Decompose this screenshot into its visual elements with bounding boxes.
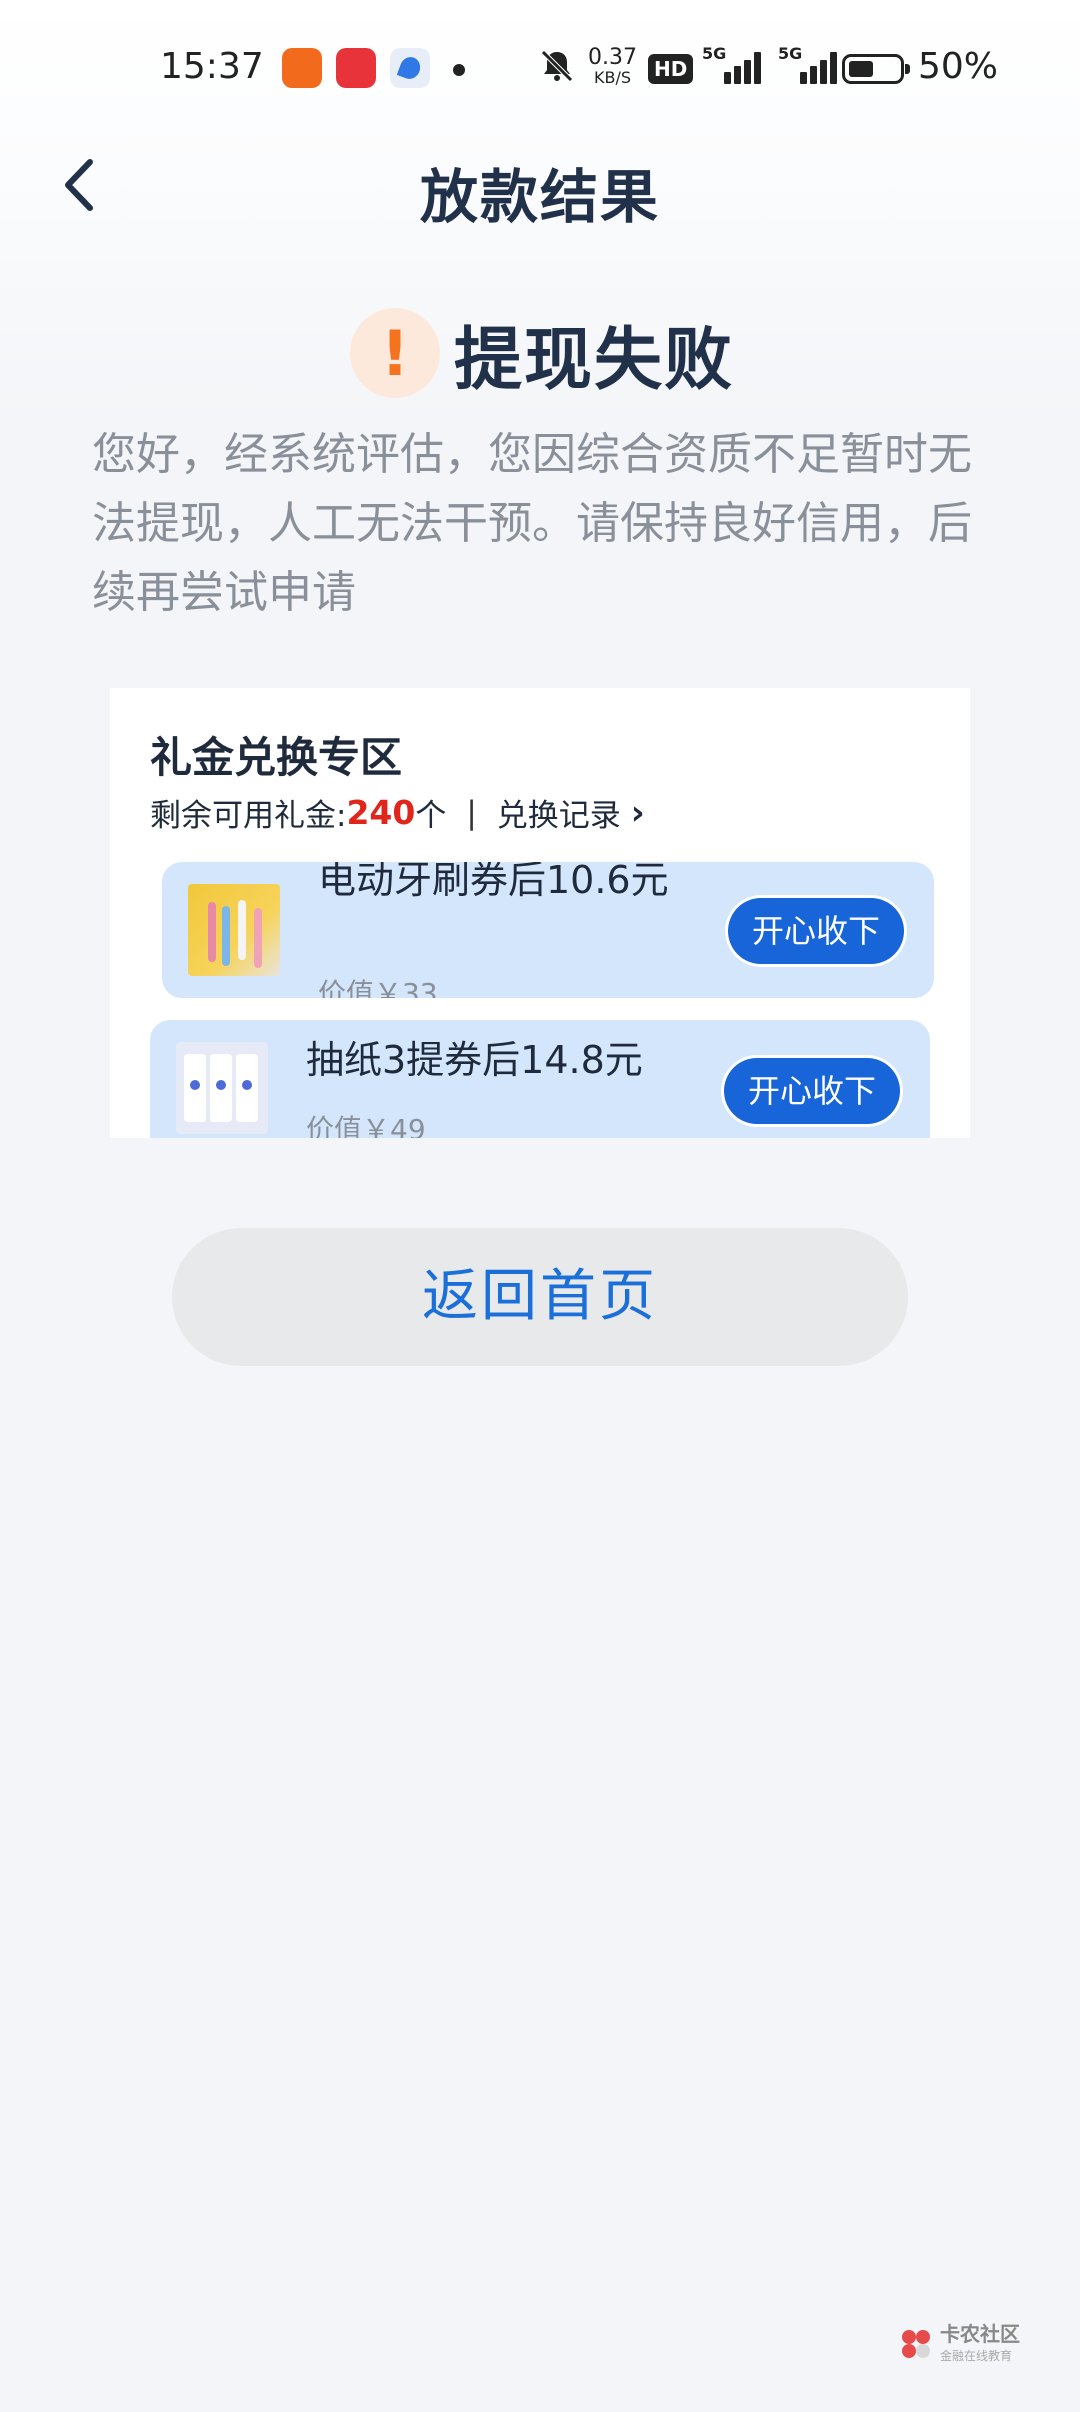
hd-voice-icon: HD <box>648 54 694 84</box>
network-speed: 0.37 KB/S <box>588 45 637 88</box>
gift-item-name: 电动牙刷券后10.6元 <box>318 862 669 902</box>
watermark-name: 卡农社区 <box>940 2322 1020 2346</box>
result-status: ! 提现失败 <box>350 306 734 400</box>
divider: | <box>466 794 477 831</box>
claim-button[interactable]: 开心收下 <box>724 1058 900 1124</box>
battery-percent: 50% <box>918 46 999 87</box>
status-bar: 15:37 0.37 KB/S HD 5G 5G 50% <box>0 0 1080 140</box>
tissue-image <box>176 1042 268 1134</box>
watermark: 卡农社区 金融在线教育 <box>900 2320 1020 2370</box>
watermark-logo-icon <box>900 2328 934 2362</box>
battery-icon <box>842 54 910 84</box>
gift-item: 电动牙刷券后10.6元 价值￥33 开心收下 <box>162 862 934 998</box>
remaining-count: 240 <box>346 793 416 832</box>
gift-item-value: 价值￥33 <box>318 977 438 998</box>
app-notification-icon <box>282 48 322 88</box>
gift-item-name: 抽纸3提券后14.8元 <box>306 1038 643 1082</box>
claim-button[interactable]: 开心收下 <box>728 898 904 964</box>
exclamation-icon: ! <box>350 308 440 398</box>
watermark-slogan: 金融在线教育 <box>940 2349 1013 2363</box>
gift-section-title: 礼金兑换专区 <box>150 733 403 782</box>
page-title: 放款结果 <box>419 163 660 231</box>
signal-icon: 5G <box>702 44 764 88</box>
back-to-home-button[interactable]: 返回首页 <box>172 1228 908 1366</box>
bell-muted-icon <box>541 50 573 82</box>
signal-icon: 5G <box>778 44 840 88</box>
status-text: 提现失败 <box>454 320 735 400</box>
exchange-history-link[interactable]: 兑换记录 <box>497 790 621 835</box>
app-notification-icon <box>336 48 376 88</box>
chevron-right-icon[interactable]: › <box>631 793 645 833</box>
gift-exchange-card: 礼金兑换专区 剩余可用礼金: 240 个 | 兑换记录 › 电动牙刷券后10.6… <box>110 688 970 1138</box>
more-notifications-icon <box>453 64 465 76</box>
gift-balance-row: 剩余可用礼金: 240 个 | 兑换记录 › <box>150 790 645 835</box>
result-description: 您好，经系统评估，您因综合资质不足暂时无法提现，人工无法干预。请保持良好信用，后… <box>92 429 972 618</box>
app-notification-icon <box>390 48 430 88</box>
status-time: 15:37 <box>160 46 264 87</box>
gift-item-value: 价值￥49 <box>306 1113 426 1138</box>
toothbrush-image <box>188 884 280 976</box>
gift-item: 抽纸3提券后14.8元 价值￥49 开心收下 <box>150 1020 930 1138</box>
remaining-label: 剩余可用礼金: <box>150 798 347 834</box>
remaining-unit: 个 <box>415 798 447 834</box>
